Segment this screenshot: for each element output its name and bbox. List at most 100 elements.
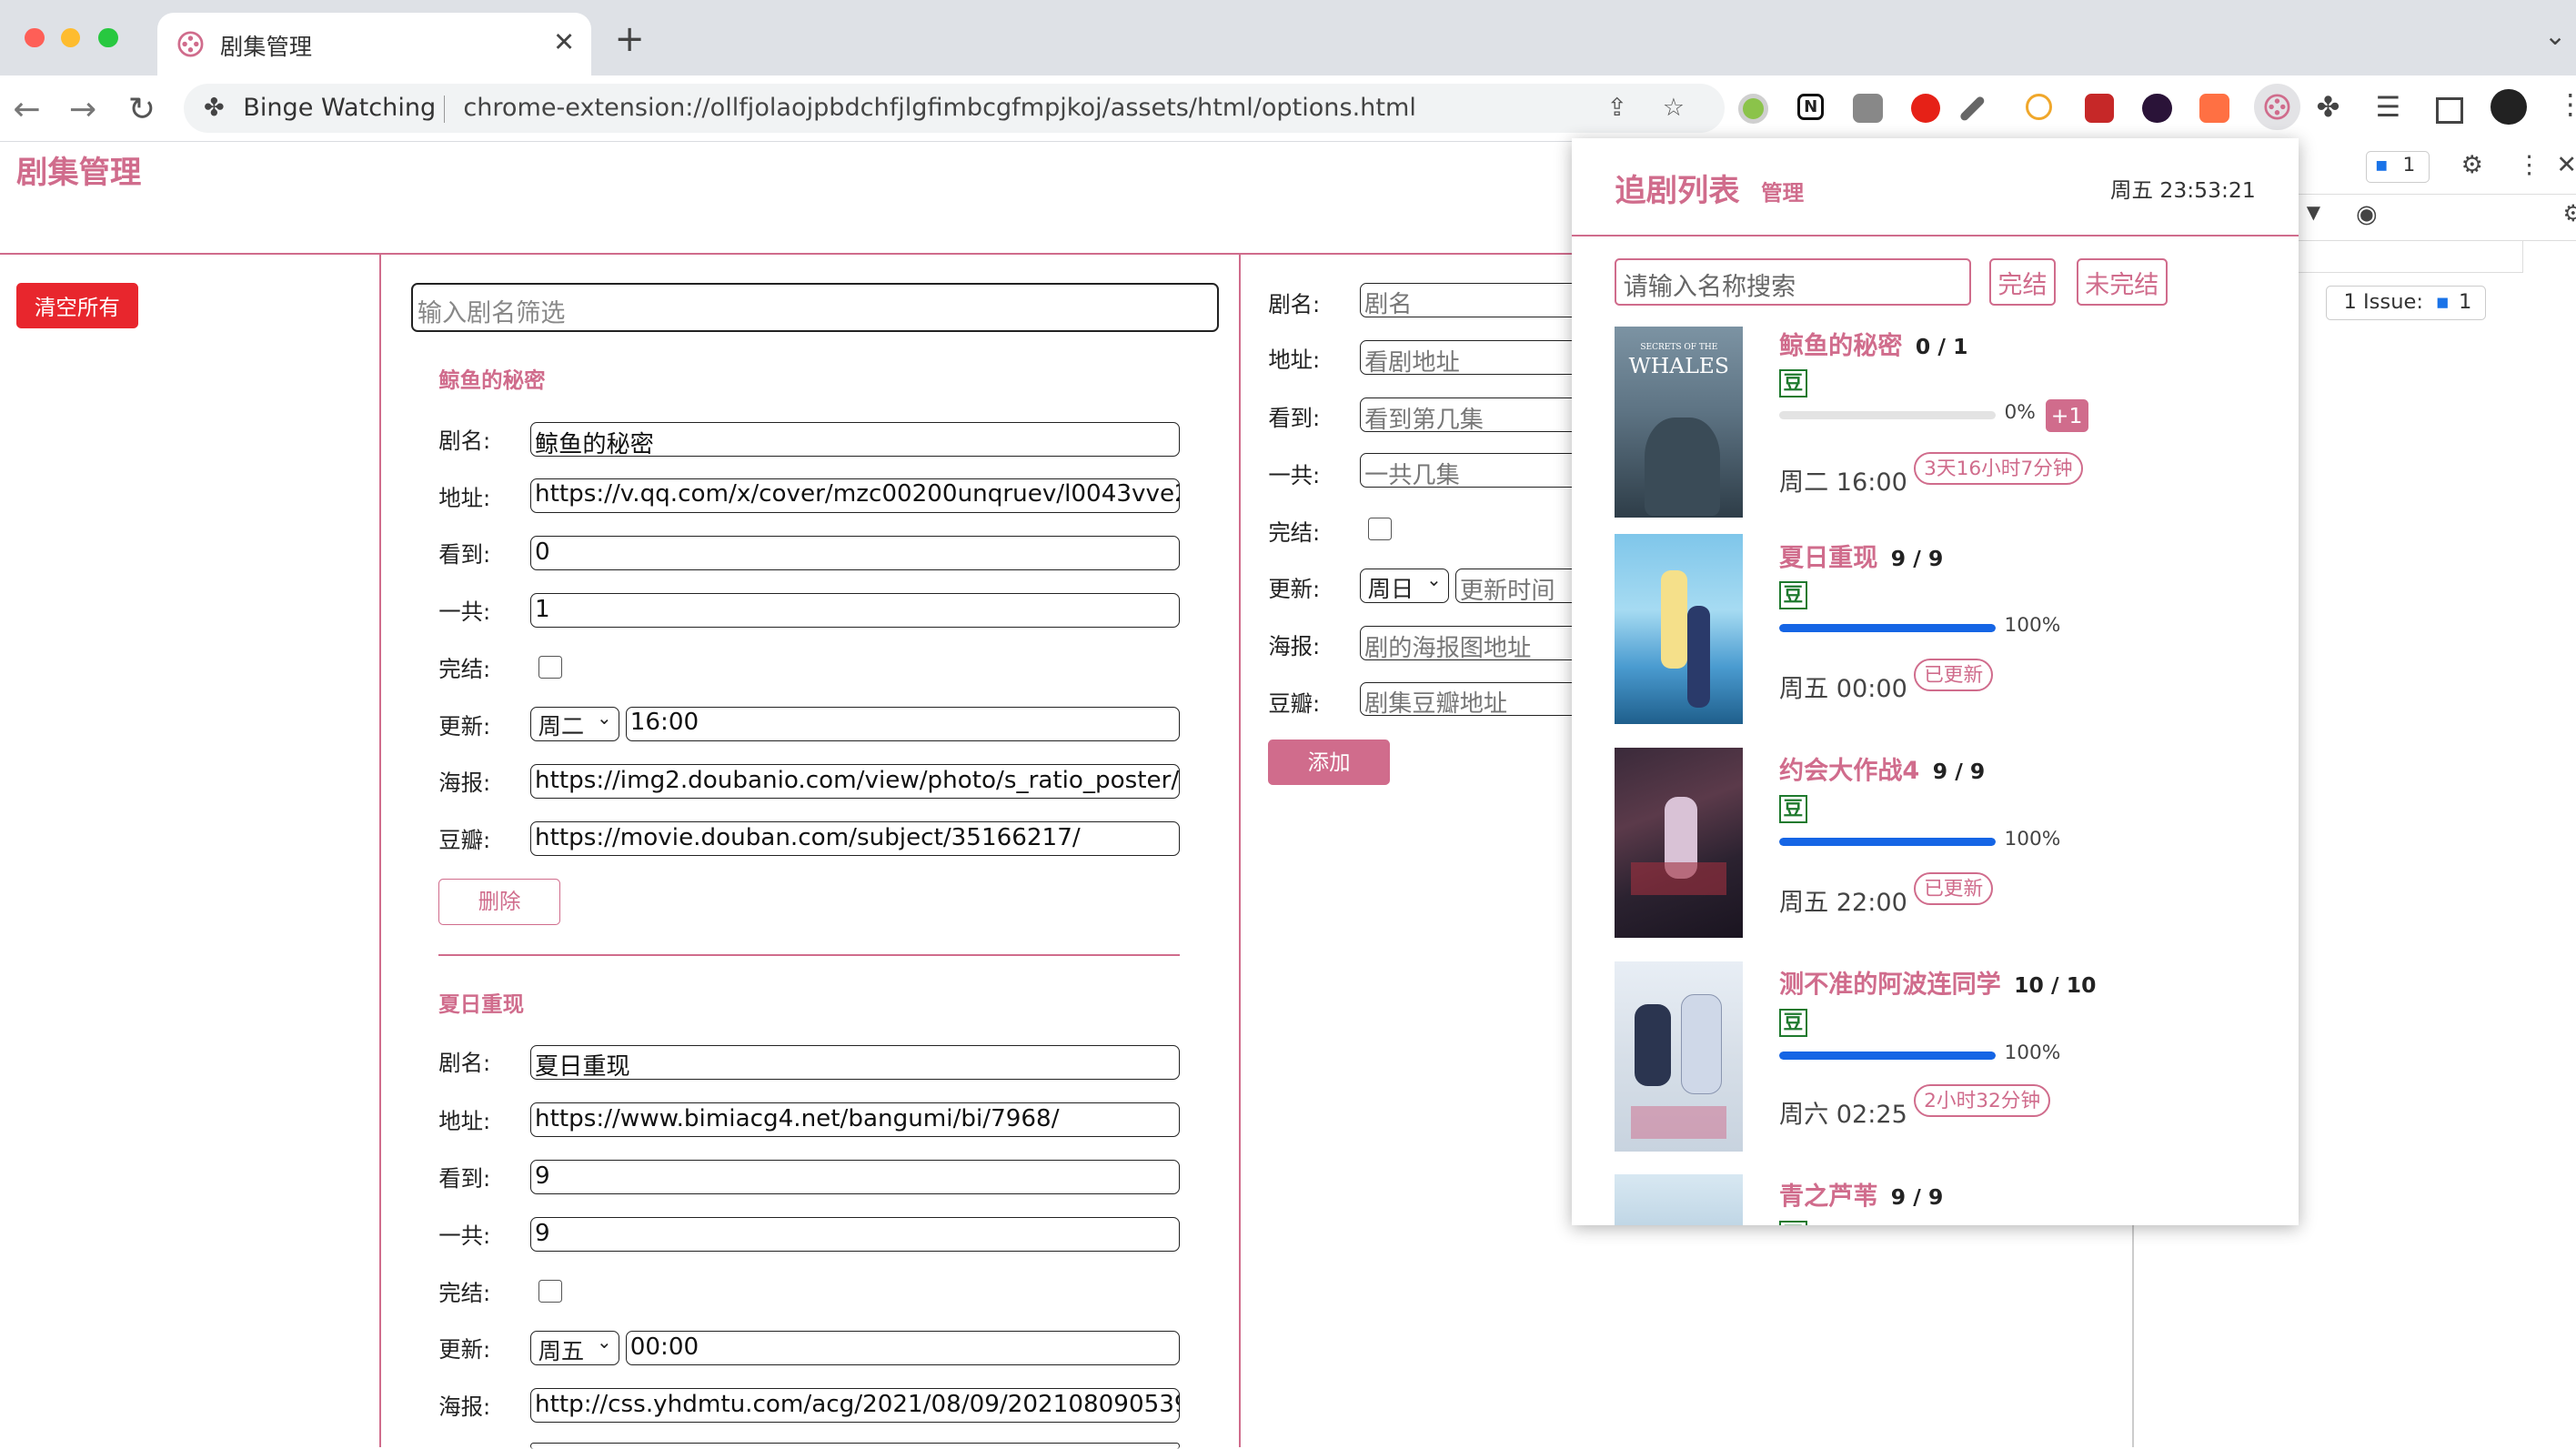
add-button[interactable]: 添加: [1268, 739, 1390, 786]
issues-badge[interactable]: ▪ 1: [2365, 151, 2430, 183]
unfinished-filter-button[interactable]: 未完结: [2076, 257, 2168, 306]
minimize-window-button[interactable]: [60, 27, 81, 48]
item-name[interactable]: 青之芦苇 9 / 9: [1779, 1176, 1943, 1212]
devtools-close-icon[interactable]: ✕: [2556, 151, 2576, 179]
extensions-puzzle-icon[interactable]: ✤: [2317, 92, 2340, 124]
item-name[interactable]: 测不准的阿波连同学 10 / 10: [1779, 964, 2096, 1000]
maximize-window-button[interactable]: [98, 27, 119, 48]
page-title: 剧集管理: [16, 154, 142, 191]
extension-red-square-icon[interactable]: [2084, 93, 2115, 124]
update-time: 周六 02:25: [1779, 1100, 1907, 1129]
douban-icon[interactable]: 豆: [1779, 795, 1807, 823]
devtools-more-icon[interactable]: ⋮: [2517, 151, 2541, 179]
popup-search-input[interactable]: 请输入名称搜索: [1615, 257, 1972, 306]
notion-icon[interactable]: N: [1796, 93, 1825, 121]
douban-icon[interactable]: 豆: [1779, 1220, 1807, 1226]
increment-button[interactable]: +1: [2045, 398, 2088, 432]
extension-orange-ring-icon[interactable]: [2025, 93, 2053, 121]
add-time-field[interactable]: 更新时间: [1455, 568, 1591, 603]
omnibox-divider: [443, 95, 446, 124]
update-day-select[interactable]: 周二 ⌄: [530, 706, 619, 741]
poster-label: 海报:: [1268, 632, 1321, 659]
settings-gear-icon[interactable]: ⚙: [2461, 151, 2483, 179]
extension-green-icon[interactable]: [1737, 93, 1769, 125]
douban-icon[interactable]: 豆: [1779, 1008, 1807, 1037]
browser-tab[interactable]: 剧集管理 ✕: [157, 13, 592, 76]
poster-image[interactable]: SECRETS OF THE WHALES: [1615, 327, 1744, 518]
add-douban-field[interactable]: 剧集豆瓣地址: [1360, 681, 1591, 717]
add-finished-checkbox[interactable]: [1368, 517, 1392, 541]
poster-image[interactable]: [1615, 1174, 1744, 1226]
add-watched-field[interactable]: 看到第几集: [1360, 397, 1591, 432]
reading-list-icon[interactable]: ☰: [2376, 92, 2401, 124]
update-day-select[interactable]: 周五 ⌄: [530, 1330, 619, 1365]
side-panel-icon[interactable]: [2436, 96, 2463, 125]
total-label: 一共:: [438, 598, 491, 625]
url-field[interactable]: https://www.bimiacg4.net/bangumi/bi/7968…: [530, 1102, 1180, 1137]
douban-icon[interactable]: 豆: [1779, 581, 1807, 610]
context-dropdown-icon[interactable]: ▼: [2307, 202, 2320, 223]
add-poster-field[interactable]: 剧的海报图地址: [1360, 626, 1591, 661]
close-tab-icon[interactable]: ✕: [553, 26, 575, 57]
total-label: 一共:: [1268, 461, 1321, 488]
watched-field[interactable]: 9: [530, 1160, 1180, 1195]
ublock-icon[interactable]: [1910, 93, 1941, 124]
manage-link[interactable]: 管理: [1761, 176, 1804, 206]
item-name[interactable]: 夏日重现 9 / 9: [1779, 538, 1943, 573]
total-label: 一共:: [438, 1223, 491, 1250]
delete-button[interactable]: 删除: [438, 879, 560, 925]
finished-filter-button[interactable]: 完结: [1989, 257, 2056, 306]
add-url-field[interactable]: 看剧地址: [1360, 339, 1591, 375]
profile-avatar[interactable]: [2490, 88, 2527, 126]
url-field[interactable]: https://v.qq.com/x/cover/mzc00200unqruev…: [530, 478, 1180, 513]
item-name[interactable]: 鲸鱼的秘密 0 / 1: [1779, 326, 1967, 361]
new-tab-button[interactable]: +: [614, 21, 644, 57]
binge-watching-extension-button[interactable]: [2253, 84, 2300, 130]
poster-image[interactable]: [1615, 961, 1744, 1152]
reload-icon[interactable]: ↻: [128, 89, 156, 128]
forward-arrow-icon[interactable]: →: [69, 89, 96, 128]
add-day-select[interactable]: 周日 ⌄: [1360, 568, 1449, 603]
progress-bar: [1779, 838, 1997, 847]
puzzle-icon: ✤: [203, 93, 225, 122]
more-menu-icon[interactable]: ⋮: [2556, 89, 2576, 121]
update-label: 更新:: [1268, 575, 1321, 602]
name-field[interactable]: 鲸鱼的秘密: [530, 422, 1180, 458]
item-name[interactable]: 约会大作战4 9 / 9: [1779, 750, 1985, 786]
tab-search-chevron-icon[interactable]: ⌄: [2544, 20, 2566, 51]
douban-icon[interactable]: 豆: [1779, 369, 1807, 398]
poster-field[interactable]: https://img2.doubanio.com/view/photo/s_r…: [530, 763, 1180, 799]
film-reel-icon: [2264, 94, 2290, 120]
eyedropper-icon[interactable]: [1958, 95, 1986, 122]
url-text[interactable]: chrome-extension://ollfjolaojpbdchfjlgfi…: [463, 94, 1416, 122]
add-name-field[interactable]: 剧名: [1360, 282, 1591, 317]
poster-field[interactable]: http://css.yhdmtu.com/acg/2021/08/09/202…: [530, 1388, 1180, 1424]
progress-bar: [1779, 410, 1997, 419]
name-field[interactable]: 夏日重现: [530, 1044, 1180, 1080]
filter-input[interactable]: 输入剧名筛选: [410, 282, 1220, 332]
watched-field[interactable]: 0: [530, 535, 1180, 570]
eye-icon[interactable]: ◉: [2356, 200, 2378, 228]
extension-orange-icon[interactable]: [2199, 93, 2229, 124]
bookmark-star-icon[interactable]: ☆: [1663, 94, 1685, 122]
poster-image[interactable]: [1615, 747, 1744, 939]
back-arrow-icon[interactable]: ←: [13, 89, 40, 128]
close-window-button[interactable]: [25, 27, 45, 48]
extension-dark-circle-icon[interactable]: [2142, 93, 2172, 124]
add-total-field[interactable]: 一共几集: [1360, 453, 1591, 488]
douban-field[interactable]: https://movie.douban.com/subject/3516621…: [530, 821, 1180, 856]
clear-all-button[interactable]: 清空所有: [16, 282, 138, 329]
finished-checkbox[interactable]: [538, 655, 562, 679]
address-bar[interactable]: ✤ Binge Watching chrome-extension://ollf…: [184, 84, 1726, 134]
devtools-gear-icon[interactable]: ⚙: [2563, 200, 2576, 226]
update-time-field[interactable]: 00:00: [626, 1330, 1180, 1365]
share-icon[interactable]: ⇪: [1606, 94, 1627, 122]
update-time-field[interactable]: 16:00: [626, 706, 1180, 741]
issues-button[interactable]: 1 Issue: ▪ 1: [2326, 286, 2486, 321]
poster-image[interactable]: [1615, 533, 1744, 725]
middle-column-divider: [1238, 253, 1241, 1448]
total-field[interactable]: 1: [530, 593, 1180, 628]
extension-gray-icon[interactable]: [1853, 93, 1883, 124]
finished-checkbox[interactable]: [538, 1279, 562, 1303]
total-field[interactable]: 9: [530, 1217, 1180, 1253]
